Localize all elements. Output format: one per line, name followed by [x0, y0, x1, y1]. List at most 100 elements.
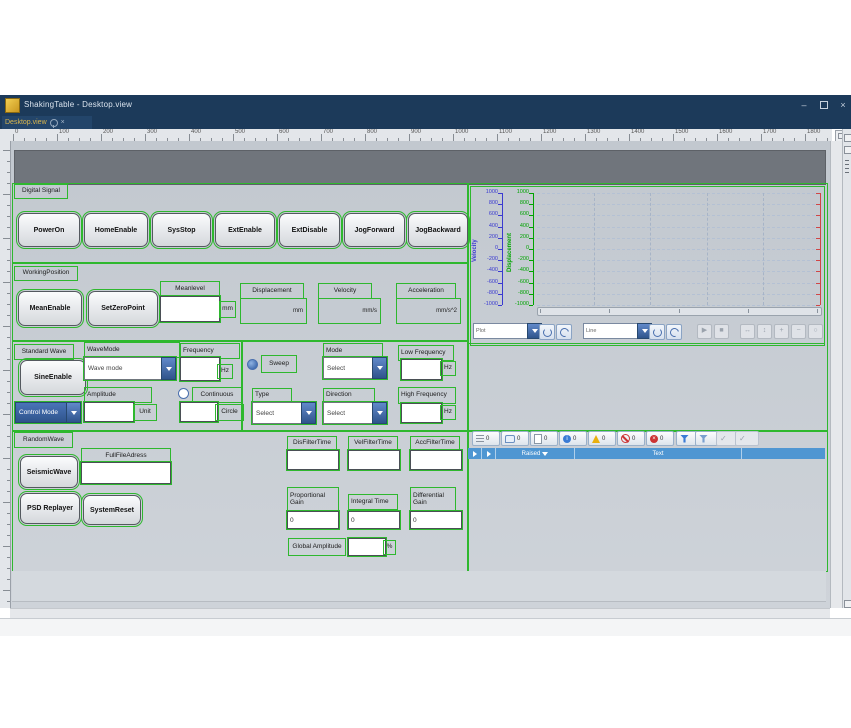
- ruler-tick: [7, 348, 10, 349]
- dis-filter-label: DisFilterTime: [287, 436, 337, 451]
- file-filter-button[interactable]: 0: [530, 431, 558, 446]
- zoom-out-icon[interactable]: −: [791, 324, 806, 339]
- blocked-filter-button[interactable]: 0: [617, 431, 645, 446]
- mean-enable-button[interactable]: MeanEnable: [18, 291, 82, 326]
- velocity-axis-title: Velocity: [472, 239, 478, 262]
- circle-input[interactable]: [180, 402, 218, 422]
- ruler-label: 200: [103, 129, 113, 135]
- ruler-tick: [7, 447, 10, 448]
- poweron-button[interactable]: PowerOn: [18, 213, 80, 247]
- low-frequency-input[interactable]: [401, 359, 442, 380]
- jogforward-button[interactable]: JogForward: [344, 213, 405, 247]
- wavemode-label: WaveMode: [84, 342, 180, 358]
- event-count: 0: [573, 436, 576, 442]
- x-axis-tick: [748, 309, 749, 313]
- jogbackward-button[interactable]: JogBackward: [408, 213, 468, 247]
- pin-icon[interactable]: [50, 119, 58, 127]
- chevron-down-icon[interactable]: [372, 357, 387, 379]
- tab-desktop-view[interactable]: Desktop.view: [2, 116, 92, 129]
- funnel-edit-icon: [699, 435, 708, 443]
- global-amplitude-input[interactable]: [348, 538, 386, 556]
- dis-filter-input[interactable]: [287, 450, 339, 470]
- severity-icon: [473, 451, 477, 457]
- ruler-label: 1700: [763, 129, 776, 135]
- scope-style-dropdown[interactable]: Line: [583, 323, 652, 339]
- direction-dropdown[interactable]: Select: [323, 402, 387, 424]
- scope-x-scrollbar[interactable]: [537, 307, 822, 316]
- scale-reset-icon[interactable]: [649, 324, 665, 340]
- proportional-gain-input[interactable]: 0: [287, 511, 339, 529]
- close-button[interactable]: [836, 99, 850, 111]
- zoom-reset-icon[interactable]: ○: [808, 324, 823, 339]
- ruler-tick: [7, 216, 10, 217]
- dock-bottom-icon[interactable]: [844, 600, 851, 608]
- sine-enable-button[interactable]: SineEnable: [20, 360, 86, 395]
- full-file-address-input[interactable]: [81, 462, 171, 484]
- ruler-tick: [7, 601, 10, 602]
- minimize-button[interactable]: [797, 99, 811, 111]
- restore-button[interactable]: [817, 99, 831, 111]
- acc-filter-input[interactable]: [410, 450, 462, 470]
- severity-column-header[interactable]: [468, 448, 482, 459]
- high-frequency-input[interactable]: [401, 403, 442, 423]
- extdisable-button[interactable]: ExtDisable: [279, 213, 340, 247]
- type-column-header[interactable]: [482, 448, 496, 459]
- zoom-in-icon[interactable]: +: [774, 324, 789, 339]
- ruler-label: 1100: [499, 129, 512, 135]
- sysstop-button[interactable]: SysStop: [152, 213, 211, 247]
- sweep-radio[interactable]: [247, 359, 258, 370]
- ruler-tick: [7, 557, 10, 558]
- spacer-column-header: [742, 448, 825, 459]
- differential-gain-input[interactable]: 0: [410, 511, 462, 529]
- chevron-down-icon[interactable]: [161, 357, 176, 380]
- ruler-tick: [7, 359, 10, 360]
- scope-channel-dropdown[interactable]: Plot: [473, 323, 542, 339]
- frequency-input[interactable]: [180, 357, 220, 381]
- scale-settings-icon[interactable]: [666, 324, 682, 340]
- chevron-down-icon[interactable]: [372, 402, 387, 424]
- chevron-down-icon[interactable]: [301, 402, 316, 424]
- ruler-tick: [629, 134, 630, 141]
- integral-time-input[interactable]: 0: [348, 511, 400, 529]
- error-filter-button[interactable]: 0: [646, 431, 674, 446]
- warning-filter-button[interactable]: 0: [588, 431, 616, 446]
- tab-close-icon[interactable]: [61, 119, 65, 126]
- ruler-tick: [805, 134, 806, 141]
- chevron-down-icon[interactable]: [66, 402, 81, 423]
- ruler-tick: [409, 134, 410, 141]
- info-filter-button[interactable]: 0: [559, 431, 587, 446]
- ruler-tick: [761, 134, 762, 141]
- text-column-header[interactable]: Text: [575, 448, 742, 459]
- seismic-wave-button[interactable]: SeismicWave: [20, 456, 78, 488]
- working-position-label: WorkingPosition: [14, 266, 78, 281]
- confirm-all-button[interactable]: [735, 431, 759, 446]
- scale-settings-icon[interactable]: [556, 324, 572, 340]
- extenable-button[interactable]: ExtEnable: [215, 213, 275, 247]
- dock-tab-icon[interactable]: [844, 134, 851, 142]
- pan-vertical-icon[interactable]: ↕: [757, 324, 772, 339]
- amplitude-input[interactable]: [84, 402, 134, 422]
- set-zero-point-button[interactable]: SetZeroPoint: [88, 291, 158, 326]
- type-dropdown[interactable]: Select: [252, 402, 316, 424]
- wavemode-dropdown[interactable]: Wave mode: [84, 357, 176, 380]
- list-filter-button[interactable]: 0: [472, 431, 500, 446]
- pan-horizontal-icon[interactable]: ↔: [740, 324, 755, 339]
- system-reset-button[interactable]: SystemReset: [83, 495, 141, 525]
- control-mode-dropdown[interactable]: Control Mode: [15, 402, 81, 423]
- homeenable-button[interactable]: HomeEnable: [84, 213, 148, 247]
- psd-replayer-button[interactable]: PSD Replayer: [20, 493, 80, 524]
- ruler-tick: [541, 134, 542, 141]
- mode-dropdown[interactable]: Select: [323, 357, 387, 379]
- continuous-radio[interactable]: [178, 388, 189, 399]
- bubble-filter-button[interactable]: 0: [501, 431, 529, 446]
- displacement-axis-title: Displacement: [507, 233, 513, 272]
- meanlevel-input[interactable]: [160, 296, 220, 322]
- dock-tab-icon[interactable]: [844, 146, 851, 154]
- scale-reset-icon[interactable]: [539, 324, 555, 340]
- vel-filter-input[interactable]: [348, 450, 400, 470]
- play-icon[interactable]: ▶: [697, 324, 712, 339]
- ruler-label: 1300: [587, 129, 600, 135]
- stop-icon[interactable]: ■: [714, 324, 729, 339]
- info-icon: [563, 435, 571, 443]
- raised-column-header[interactable]: Raised: [496, 448, 575, 459]
